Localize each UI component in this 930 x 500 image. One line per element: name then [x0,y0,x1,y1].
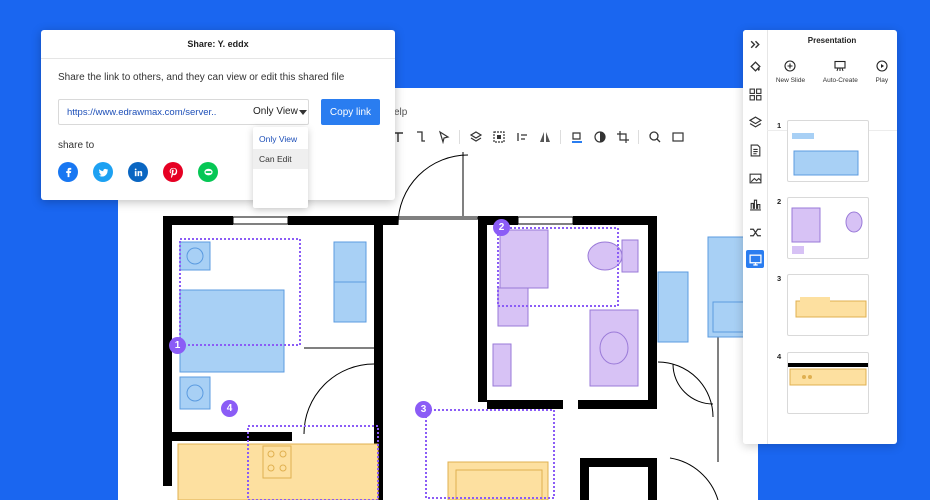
presentation-actions: New Slide Auto-Create Play [767,60,897,84]
auto-create-button[interactable]: Auto-Create [823,60,858,84]
side-rail [743,30,768,444]
permission-option-can-edit[interactable]: Can Edit [253,149,308,169]
new-slide-button[interactable]: New Slide [776,60,805,84]
permission-option-only-view[interactable]: Only View [253,129,308,149]
toolbar-divider [459,130,460,144]
marker-2[interactable]: 2 [493,219,510,236]
kitchen-furniture [177,443,549,500]
social-buttons [58,162,218,182]
twitter-icon[interactable] [93,162,113,182]
crop-icon[interactable] [613,128,632,147]
auto-create-label: Auto-Create [822,77,858,84]
play-icon [876,60,888,72]
search-icon[interactable] [645,128,664,147]
presentation-title: Presentation [807,36,857,45]
layers-icon[interactable] [747,114,763,130]
collapse-icon[interactable] [747,36,763,52]
line-icon[interactable] [198,162,218,182]
slide-thumbnail-3[interactable] [787,274,869,336]
flip-icon[interactable] [535,128,554,147]
copy-link-button[interactable]: Copy link [321,99,380,125]
chart-icon[interactable] [747,196,763,212]
slide-thumbnail-2[interactable] [787,197,869,259]
floor-plan-canvas[interactable] [118,152,758,500]
arrange-icon[interactable] [512,128,531,147]
new-slide-label: New Slide [775,77,806,84]
layers-icon[interactable] [466,128,485,147]
bathroom-furniture [492,229,639,387]
group-icon[interactable] [489,128,508,147]
share-link-value[interactable]: https://www.edrawmax.com/server.. [67,107,237,118]
toolbar-divider [638,130,639,144]
share-link-field[interactable]: https://www.edrawmax.com/server.. Only V… [58,99,309,125]
plus-circle-icon [784,60,797,72]
presentation-panel: Presentation New Slide Auto-Create Play … [743,30,897,444]
marker-4[interactable]: 4 [221,400,238,417]
pointer-icon[interactable] [434,128,453,147]
toolbar-divider [560,130,561,144]
slide-number: 3 [777,274,782,283]
fullscreen-icon[interactable] [668,128,687,147]
image-icon[interactable] [747,170,763,186]
help-menu-fragment[interactable]: elp [394,107,407,118]
linkedin-icon[interactable] [128,162,148,182]
slide-number: 1 [777,121,782,130]
marker-3[interactable]: 3 [415,401,432,418]
toolbar [388,126,758,148]
bedroom-furniture [179,241,367,410]
presentation-icon[interactable] [746,250,764,268]
style-icon[interactable] [590,128,609,147]
fill-icon[interactable] [567,128,586,147]
share-description: Share the link to others, and they can v… [58,72,345,83]
slide-thumbnail-4[interactable] [787,352,869,414]
slide-thumbnail-1[interactable] [787,120,869,182]
slide-number: 2 [777,197,782,206]
chevron-down-icon[interactable] [299,110,307,115]
share-dialog: Share: Y. eddx Share the link to others,… [41,30,395,200]
slide-number: 4 [777,352,782,361]
connector-icon[interactable] [411,128,430,147]
permission-dropdown: Only View Can Edit [253,127,308,208]
share-to-label: share to [58,140,95,151]
auto-create-icon [834,60,846,72]
share-dialog-title: Share: Y. eddx [41,30,395,59]
marker-1[interactable]: 1 [169,337,186,354]
play-label: Play [875,77,889,84]
windows [232,216,574,225]
grid-icon[interactable] [747,86,763,102]
shuffle-icon[interactable] [747,224,763,240]
permission-select[interactable]: Only View [253,106,298,117]
pinterest-icon[interactable] [163,162,183,182]
play-button[interactable]: Play [875,60,888,84]
page-icon[interactable] [747,142,763,158]
fill-bucket-icon[interactable] [747,58,763,74]
facebook-icon[interactable] [58,162,78,182]
